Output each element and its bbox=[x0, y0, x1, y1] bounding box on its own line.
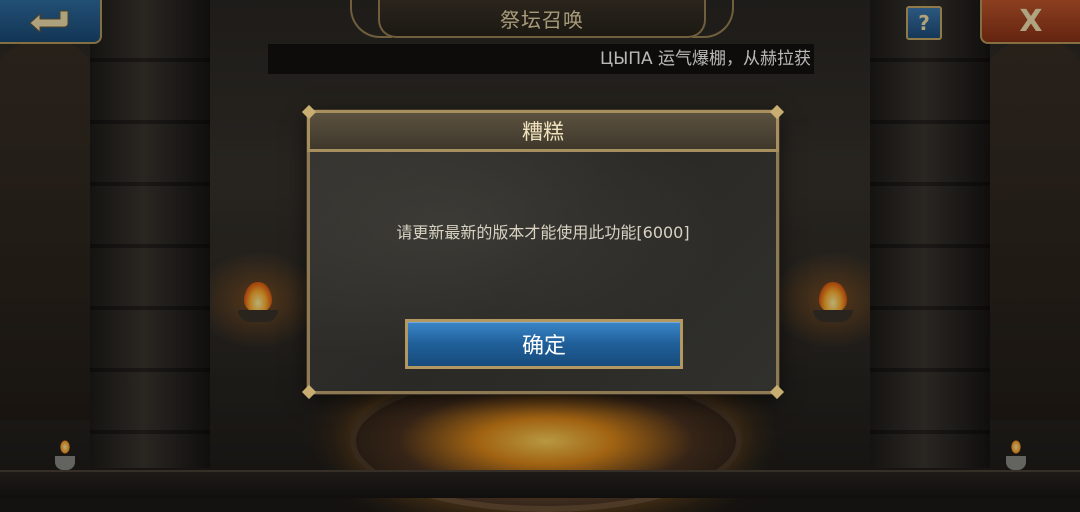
confirm-label: 确定 bbox=[521, 334, 566, 359]
confirm-button[interactable]: 确定 bbox=[405, 319, 683, 369]
dialog-header: 糟糕 bbox=[307, 110, 779, 152]
error-dialog: 糟糕 请更新最新的版本才能使用此功能[6000] 确定 bbox=[301, 104, 785, 400]
dialog-message: 请更新最新的版本才能使用此功能[6000] bbox=[396, 223, 690, 242]
dialog-title: 糟糕 bbox=[522, 120, 564, 144]
